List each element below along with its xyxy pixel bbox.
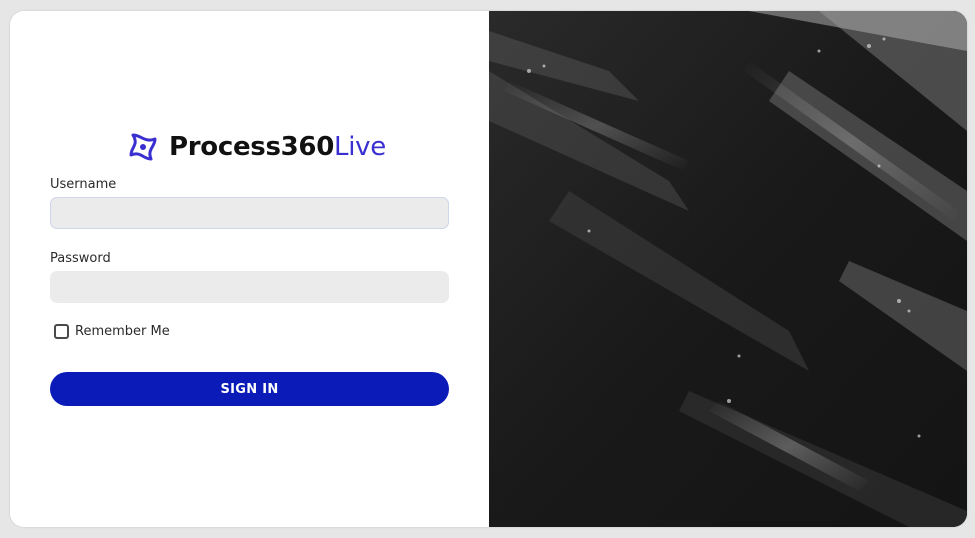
abstract-texture-image bbox=[489, 11, 967, 527]
password-label: Password bbox=[50, 251, 111, 266]
sign-in-button[interactable]: SIGN IN bbox=[50, 372, 449, 406]
remember-me-label: Remember Me bbox=[75, 324, 170, 339]
brand-name-bold: Process360 bbox=[169, 132, 335, 162]
remember-me-checkbox[interactable] bbox=[54, 324, 69, 339]
sign-in-label: SIGN IN bbox=[220, 381, 279, 397]
password-input[interactable] bbox=[50, 271, 449, 303]
remember-me-toggle[interactable]: Remember Me bbox=[54, 324, 170, 339]
hero-image bbox=[489, 11, 967, 527]
process360-logo-icon bbox=[129, 133, 157, 161]
brand-name: Process360Live bbox=[169, 129, 386, 165]
brand-name-light: Live bbox=[334, 132, 386, 162]
login-card: Process360Live Username Password Remembe… bbox=[10, 11, 967, 527]
brand-logo: Process360Live bbox=[127, 129, 386, 165]
login-panel: Process360Live Username Password Remembe… bbox=[10, 11, 489, 527]
username-input[interactable] bbox=[50, 197, 449, 229]
username-label: Username bbox=[50, 177, 117, 192]
